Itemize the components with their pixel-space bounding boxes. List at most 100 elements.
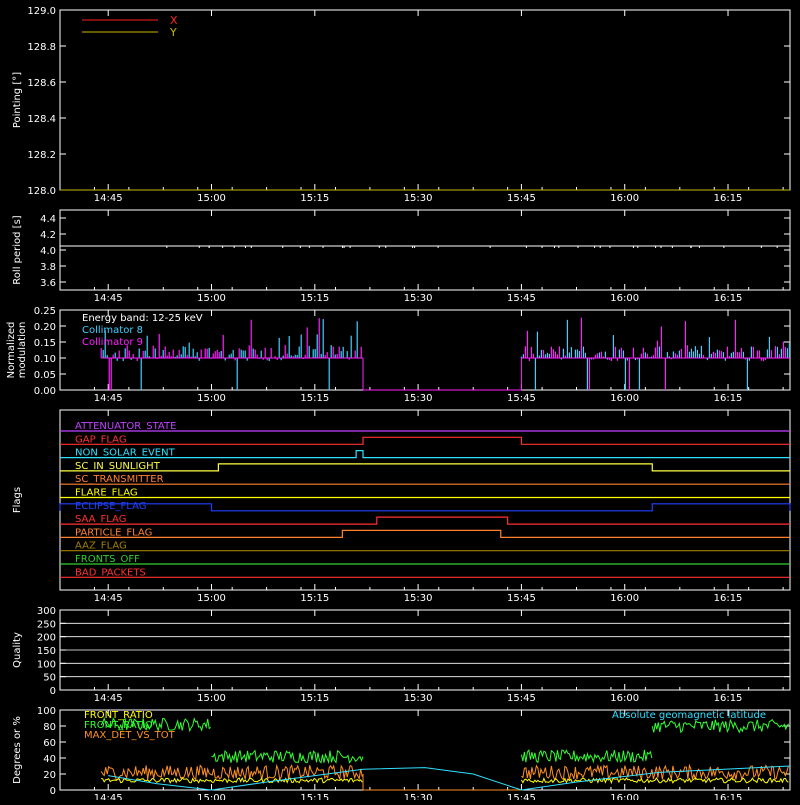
legend-label: MAX_DET_VS_TOT — [84, 730, 176, 741]
legend-label: Collimator 8 — [82, 325, 143, 336]
time-tick-label: 16:15 — [714, 793, 743, 800]
summary-chart: 14:45 15:00 15:15 15:30 15:45 16:00 16:15 128.0… — [6, 6, 791, 804]
time-tick-label: 15:00 — [197, 393, 226, 404]
time-tick-label: 15:45 — [507, 193, 536, 204]
y-tick-label: 128.2 — [27, 150, 56, 161]
front-ratio-yellow-series — [520, 776, 789, 785]
legend-label: Collimator 9 — [82, 337, 143, 348]
energy-band-annotation: Energy band: 12-25 keV — [82, 313, 203, 324]
flag-label: SAA_FLAG — [75, 514, 126, 525]
y-tick-label: 100 — [37, 706, 56, 717]
y-axis-label: modulation — [17, 322, 28, 379]
flag-label: FLARE_FLAG — [75, 488, 138, 499]
flag-label: BAD_PACKETS — [75, 567, 146, 578]
time-tick-label: 15:15 — [300, 693, 329, 704]
time-tick-label: 15:30 — [404, 593, 433, 604]
y-tick-label: 80 — [43, 722, 56, 733]
y-axis-label: Normalized — [6, 322, 17, 379]
y-axis-label: Pointing [°] — [12, 72, 23, 128]
time-tick-label: 16:15 — [714, 393, 743, 404]
y-tick-label: 0.00 — [34, 386, 56, 397]
y-tick-label: 300 — [37, 606, 56, 617]
time-tick-label: 15:45 — [507, 393, 536, 404]
y-tick-label: 0.20 — [34, 322, 56, 333]
flag-label: NON_SOLAR_EVENT — [75, 448, 176, 459]
y-axis-label: Quality — [12, 632, 23, 668]
y-tick-label: 150 — [37, 646, 56, 657]
flag-line — [60, 529, 790, 538]
time-tick-label: 15:15 — [300, 393, 329, 404]
y-tick-label: 4.0 — [40, 246, 56, 257]
time-tick-label: 15:00 — [197, 593, 226, 604]
y-tick-label: 0 — [50, 686, 56, 697]
time-tick-label: 15:30 — [404, 693, 433, 704]
y-tick-label: 128.4 — [27, 114, 56, 125]
time-tick-label: 15:30 — [404, 193, 433, 204]
y-tick-label: 100 — [37, 659, 56, 670]
time-tick-label: 15:15 — [300, 793, 329, 800]
geomagnetic-latitude-label: Absolute geomagnetic latitude — [612, 710, 766, 721]
time-tick-label: 16:15 — [714, 693, 743, 704]
y-tick-label: 129.0 — [27, 6, 56, 17]
time-tick-label: 15:45 — [507, 293, 536, 304]
flag-label: ECLIPSE_FLAG — [75, 501, 146, 512]
time-tick-label: 16:00 — [610, 593, 639, 604]
flag-line — [60, 436, 790, 445]
time-tick-label: 15:00 — [197, 693, 226, 704]
flag-label: SC_IN_SUNLIGHT — [75, 461, 161, 472]
y-tick-label: 4.2 — [40, 230, 56, 241]
y-tick-label: 3.6 — [40, 278, 56, 289]
time-tick-label: 14:45 — [94, 293, 123, 304]
time-tick-label: 15:30 — [404, 393, 433, 404]
y-axis-label: Flags — [12, 487, 23, 513]
y-tick-label: 4.4 — [40, 214, 56, 225]
hessi-observing-summary: 14:45 15:00 15:15 15:30 15:45 16:00 16:15 128.0… — [0, 0, 800, 804]
time-tick-label: 16:00 — [610, 393, 639, 404]
time-tick-label: 16:15 — [714, 593, 743, 604]
time-tick-label: 15:00 — [197, 193, 226, 204]
front-ratio-green-series — [520, 749, 653, 764]
time-tick-label: 14:45 — [94, 193, 123, 204]
front-ratio-green-series — [211, 749, 364, 765]
y-tick-label: 0.10 — [34, 354, 56, 365]
time-tick-label: 16:00 — [610, 793, 639, 800]
time-tick-label: 15:00 — [197, 793, 226, 800]
y-axis-label: Roll period [s] — [12, 215, 23, 284]
time-tick-label: 15:15 — [300, 193, 329, 204]
time-tick-label: 15:45 — [507, 793, 536, 800]
time-tick-label: 15:45 — [507, 693, 536, 704]
front-ratio-yellow-series — [101, 776, 363, 784]
time-tick-label: 14:45 — [94, 793, 123, 800]
y-tick-label: 50 — [43, 673, 56, 684]
y-tick-label: 0.05 — [34, 370, 56, 381]
y-tick-label: 40 — [43, 754, 56, 765]
y-tick-label: 0 — [50, 786, 56, 797]
y-tick-label: 0.15 — [34, 338, 56, 349]
flag-label: AAZ_FLAG — [75, 541, 127, 552]
flag-line — [60, 463, 790, 472]
time-tick-label: 14:45 — [94, 393, 123, 404]
y-axis-label: Degrees or % — [12, 716, 23, 784]
flag-label: ATTENUATOR_STATE — [75, 421, 176, 432]
y-tick-label: 128.0 — [27, 186, 56, 197]
flag-label: GAP_FLAG — [75, 434, 127, 445]
time-tick-label: 15:30 — [404, 793, 433, 800]
time-tick-label: 15:15 — [300, 293, 329, 304]
flag-line — [59, 503, 791, 512]
time-tick-label: 16:15 — [714, 193, 743, 204]
legend-label: Y — [169, 26, 177, 39]
time-tick-label: 14:45 — [94, 593, 123, 604]
time-tick-label: 14:45 — [94, 693, 123, 704]
y-tick-label: 0.25 — [34, 306, 56, 317]
y-tick-label: 20 — [43, 770, 56, 781]
panel-frame-1 — [59, 209, 791, 291]
y-tick-label: 3.8 — [40, 262, 56, 273]
flag-label: PARTICLE_FLAG — [75, 527, 152, 538]
y-tick-label: 128.8 — [27, 42, 56, 53]
flag-label: FRONTS_OFF — [75, 554, 140, 565]
y-tick-label: 250 — [37, 619, 56, 630]
time-tick-label: 16:00 — [610, 193, 639, 204]
max-det-vs-tot-series — [100, 763, 363, 781]
time-tick-label: 15:30 — [404, 293, 433, 304]
time-tick-label: 16:00 — [610, 293, 639, 304]
